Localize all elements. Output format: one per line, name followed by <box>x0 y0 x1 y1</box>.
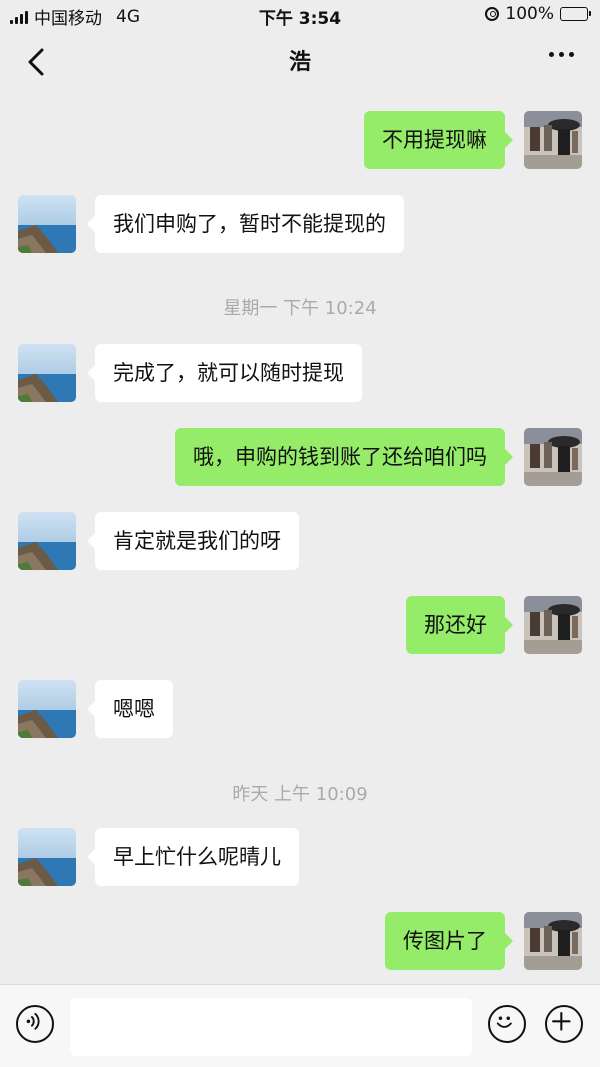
emoji-button[interactable] <box>488 1005 526 1043</box>
input-bar <box>0 984 600 1067</box>
received-message-bubble[interactable]: 完成了，就可以随时提现 <box>87 344 362 402</box>
rotation-lock-icon <box>485 7 500 21</box>
timestamp: 昨天 上午 10:09 <box>232 784 368 805</box>
voice-button[interactable] <box>16 1005 54 1043</box>
my-avatar[interactable] <box>524 596 582 654</box>
more-button[interactable] <box>549 52 574 57</box>
message-input[interactable] <box>70 998 472 1056</box>
time-divider: 星期一 下午 10:24 <box>0 294 600 320</box>
plus-icon <box>552 1012 571 1031</box>
sent-message-bubble[interactable]: 不用提现嘛 <box>364 111 513 169</box>
received-message-row: 我们申购了，暂时不能提现的 <box>0 195 600 253</box>
contact-avatar[interactable] <box>18 828 76 886</box>
contact-avatar[interactable] <box>18 512 76 570</box>
received-message-row: 早上忙什么呢晴儿 <box>0 828 600 886</box>
timestamp: 星期一 下午 10:24 <box>223 298 377 319</box>
battery-icon <box>560 7 591 21</box>
emoji-icon <box>496 1016 512 1028</box>
ellipsis-icon <box>549 52 554 57</box>
received-message-row: 完成了，就可以随时提现 <box>0 344 600 402</box>
received-message-bubble[interactable]: 肯定就是我们的呀 <box>87 512 299 570</box>
my-avatar[interactable] <box>524 912 582 970</box>
received-message-bubble[interactable]: 我们申购了，暂时不能提现的 <box>87 195 404 253</box>
received-message-row: 肯定就是我们的呀 <box>0 512 600 570</box>
sent-message-row: 那还好 <box>0 596 600 654</box>
battery-percent: 100% <box>505 4 554 24</box>
my-avatar[interactable] <box>524 111 582 169</box>
message-list[interactable]: 不用提现嘛我们申购了，暂时不能提现的星期一 下午 10:24 完成了，就可以随时提… <box>0 94 600 984</box>
plus-button[interactable] <box>545 1005 583 1043</box>
contact-avatar[interactable] <box>18 680 76 738</box>
sent-message-row: 不用提现嘛 <box>0 111 600 169</box>
sent-message-bubble[interactable]: 传图片了 <box>385 912 513 970</box>
chat-title: 浩 <box>288 50 311 75</box>
chat-header: 浩 <box>0 30 600 94</box>
my-avatar[interactable] <box>524 428 582 486</box>
contact-avatar[interactable] <box>18 195 76 253</box>
contact-avatar[interactable] <box>18 344 76 402</box>
voice-icon <box>26 1012 40 1030</box>
sent-message-bubble[interactable]: 哦，申购的钱到账了还给咱们吗 <box>175 428 513 486</box>
sent-message-row: 传图片了 <box>0 912 600 970</box>
time-divider: 昨天 上午 10:09 <box>0 780 600 806</box>
received-message-bubble[interactable]: 早上忙什么呢晴儿 <box>87 828 299 886</box>
status-bar: 中国移动 4G 下午 3:54 100% <box>0 0 600 30</box>
received-message-bubble[interactable]: 嗯嗯 <box>87 680 173 738</box>
received-message-row: 嗯嗯 <box>0 680 600 738</box>
sent-message-bubble[interactable]: 那还好 <box>406 596 513 654</box>
sent-message-row: 哦，申购的钱到账了还给咱们吗 <box>0 428 600 486</box>
